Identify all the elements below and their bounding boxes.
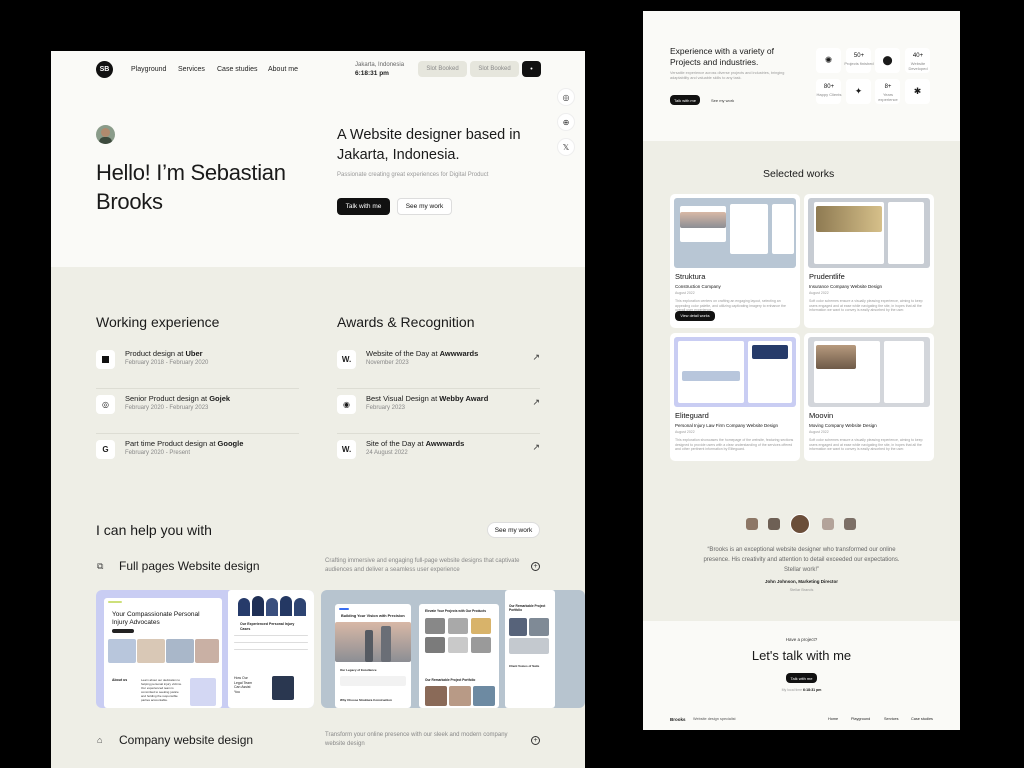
location-text: Jakarta, Indonesia bbox=[355, 62, 405, 68]
testimonial-quote: “Brooks is an exceptional website design… bbox=[703, 547, 900, 573]
awards-title: Awards & Recognition bbox=[337, 314, 475, 330]
footer-tagline: Website design specialist bbox=[693, 717, 736, 721]
preview-page: Our Experienced Personal Injury Cases Ho… bbox=[228, 590, 314, 708]
awwwards-icon: W. bbox=[337, 440, 356, 459]
hero-section: SB Playground Services Case studies Abou… bbox=[51, 51, 585, 267]
see-my-work-button[interactable]: See my work bbox=[487, 522, 540, 538]
nav-case-studies[interactable]: Case studies bbox=[217, 66, 257, 73]
footer-time: My local time 6:18:31 pm bbox=[781, 688, 822, 692]
avatar bbox=[96, 125, 115, 144]
preview-page: Our Remarkable Project Portfolio Client … bbox=[505, 590, 555, 708]
service-preview-card[interactable]: Your Compassionate Personal Injury Advoc… bbox=[96, 590, 314, 708]
talk-with-me-button[interactable]: Talk with me bbox=[786, 673, 817, 683]
dribbble-icon[interactable]: ⊕ bbox=[557, 113, 575, 131]
have-project-text: Have a project? bbox=[785, 637, 818, 642]
avatar[interactable] bbox=[746, 518, 758, 530]
service-description: Crafting immersive and engaging full-pag… bbox=[325, 558, 520, 573]
logo[interactable]: SB bbox=[96, 61, 113, 78]
webby-icon: ◉ bbox=[337, 395, 356, 414]
dribbble-stat-icon: ✺ bbox=[816, 48, 841, 73]
menu-button[interactable]: • bbox=[522, 61, 541, 77]
work-card[interactable]: Eliteguard Personal Injury Law Firm Comp… bbox=[670, 333, 800, 461]
headline: A Website designer based in Jakarta, Ind… bbox=[337, 127, 521, 163]
browser-icon: ⧉ bbox=[97, 561, 104, 571]
work-card[interactable]: Moovin Moving Company Website Design Aug… bbox=[804, 333, 934, 461]
slot-booked-badge: Slot Booked bbox=[418, 61, 467, 77]
help-title: I can help you with bbox=[96, 522, 212, 538]
circle-stat-icon: ⬤ bbox=[875, 48, 900, 73]
gojek-icon: ◎ bbox=[96, 395, 115, 414]
work-thumbnail bbox=[674, 337, 796, 407]
footer-nav-home[interactable]: Home bbox=[828, 717, 838, 721]
view-detail-button[interactable]: View detail works bbox=[675, 311, 715, 321]
work-card[interactable]: Prudentlife Insurance Company Website De… bbox=[804, 194, 934, 328]
award-item[interactable]: ◉ Best Visual Design at Webby Award Febr… bbox=[337, 389, 540, 434]
footer-section: Have a project? Let's talk with me Talk … bbox=[643, 621, 960, 730]
nav-about-me[interactable]: About me bbox=[268, 66, 298, 73]
awwwards-icon: W. bbox=[337, 350, 356, 369]
asterisk-stat-icon: ✱ bbox=[905, 79, 930, 104]
work-thumbnail bbox=[674, 198, 796, 268]
preview-page: Your Compassionate Personal Injury Advoc… bbox=[104, 598, 222, 708]
avatar[interactable] bbox=[768, 518, 780, 530]
nav-services[interactable]: Services bbox=[178, 66, 205, 73]
service-title: Company website design bbox=[119, 733, 254, 747]
work-thumbnail bbox=[808, 198, 930, 268]
avatar[interactable] bbox=[844, 518, 856, 530]
arrow-up-right-icon: ↗ bbox=[532, 397, 540, 407]
expand-icon[interactable]: + bbox=[531, 562, 540, 571]
footer-nav-playground[interactable]: Playground bbox=[851, 717, 870, 721]
stats-section: Experience with a variety of Projects an… bbox=[643, 11, 960, 141]
page-title: Hello! I’m Sebastian Brooks bbox=[96, 160, 286, 214]
award-item[interactable]: W. Site of the Day at Awwwards 24 August… bbox=[337, 434, 540, 479]
experience-title: Working experience bbox=[96, 314, 220, 330]
experience-item: G Part time Product design at Google Feb… bbox=[96, 434, 299, 479]
cta-heading: Let's talk with me bbox=[751, 648, 852, 663]
expand-icon[interactable]: + bbox=[531, 736, 540, 745]
experience-item: ◎ Senior Product design at Gojek Februar… bbox=[96, 389, 299, 434]
arrow-up-right-icon: ↗ bbox=[532, 442, 540, 452]
award-item[interactable]: W. Website of the Day at Awwwards Novemb… bbox=[337, 344, 540, 389]
testimonial-author: John Johnson, Marketing Director bbox=[764, 579, 838, 584]
footer-brand[interactable]: Brooks bbox=[670, 717, 686, 722]
see-my-work-button[interactable]: See my work bbox=[397, 198, 452, 215]
arrow-up-right-icon: ↗ bbox=[532, 352, 540, 362]
footer-nav-services[interactable]: Services bbox=[884, 717, 899, 721]
talk-with-me-button[interactable]: Talk with me bbox=[337, 198, 390, 215]
portfolio-home-page: SB Playground Services Case studies Abou… bbox=[51, 51, 585, 768]
works-title: Selected works bbox=[763, 168, 835, 180]
service-title: Full pages Website design bbox=[119, 559, 260, 573]
avatar-active[interactable] bbox=[790, 514, 810, 534]
building-icon: ⌂ bbox=[97, 735, 103, 745]
nav-playground[interactable]: Playground bbox=[131, 66, 166, 73]
service-preview-card[interactable]: Building Your Vision with Precision Our … bbox=[321, 590, 585, 708]
talk-with-me-button[interactable]: Talk with me bbox=[670, 95, 700, 105]
work-thumbnail bbox=[808, 337, 930, 407]
instagram-icon[interactable]: ◎ bbox=[557, 88, 575, 106]
preview-page: Building Your Vision with Precision Our … bbox=[335, 604, 411, 708]
google-icon: G bbox=[96, 440, 115, 459]
see-my-work-link[interactable]: See my work bbox=[711, 98, 734, 103]
slot-booked-badge: Slot Booked bbox=[470, 61, 519, 77]
x-icon[interactable]: 𝕏 bbox=[557, 138, 575, 156]
sparkle-stat-icon: ✦ bbox=[846, 79, 871, 104]
uber-icon bbox=[96, 350, 115, 369]
testimonial-company: Stellar Brands bbox=[789, 588, 814, 592]
service-description: Transform your online presence with our … bbox=[325, 732, 508, 747]
work-card[interactable]: Struktura Construction Company August 20… bbox=[670, 194, 800, 328]
avatar[interactable] bbox=[822, 518, 834, 530]
subheadline: Passionate creating great experiences fo… bbox=[337, 172, 489, 178]
footer-nav-case-studies[interactable]: Case studies bbox=[911, 717, 933, 721]
experience-item: Product design at Uber February 2018 - F… bbox=[96, 344, 299, 389]
experience-heading: Experience with a variety of Projects an… bbox=[670, 46, 774, 67]
local-time: 6:18:31 pm bbox=[355, 70, 389, 77]
experience-description: Versatile experience across diverse proj… bbox=[670, 71, 785, 80]
portfolio-scroll-view: Experience with a variety of Projects an… bbox=[643, 11, 960, 730]
preview-page: Elevate Your Projects with Our Products … bbox=[419, 604, 499, 708]
